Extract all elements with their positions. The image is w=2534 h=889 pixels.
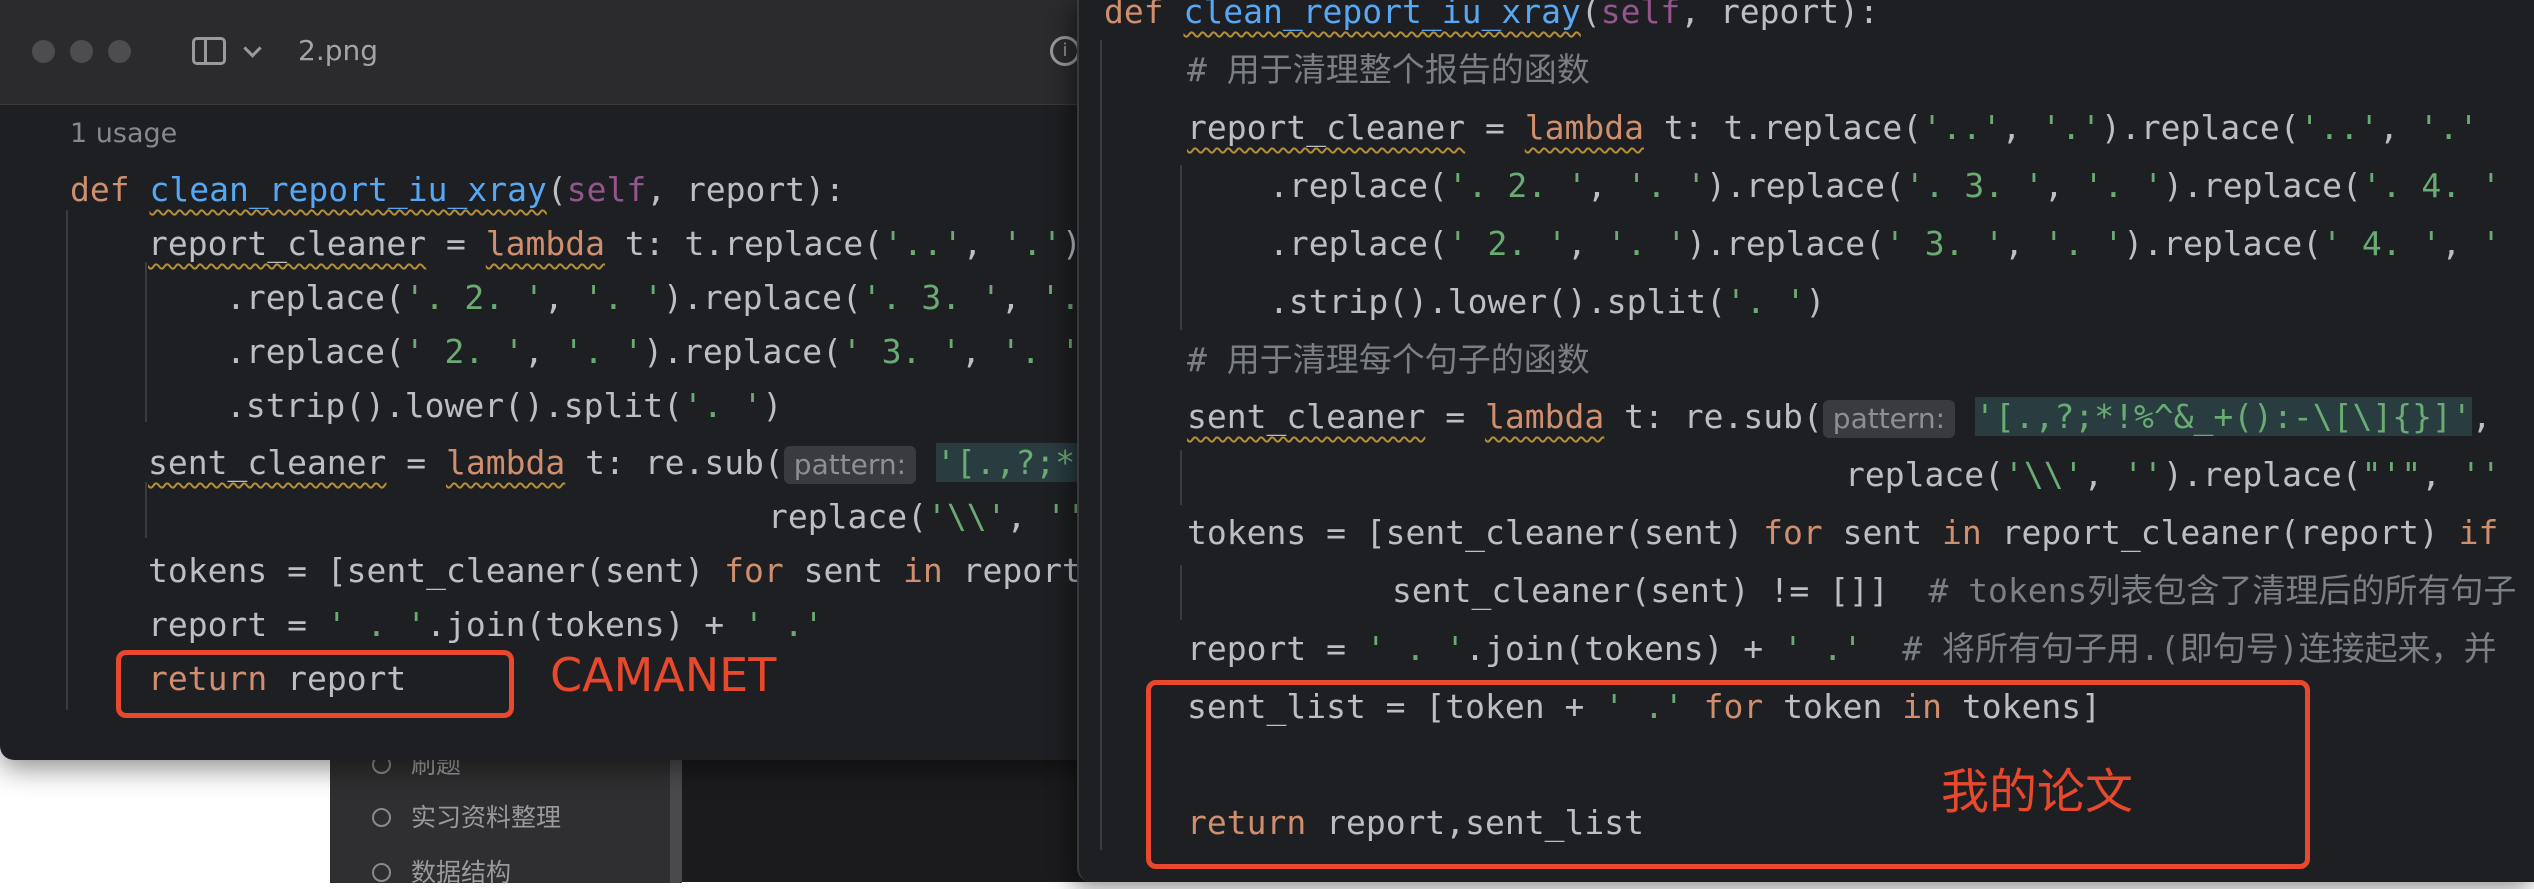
code-line: report_cleaner = lambda t: t.replace('..…: [148, 224, 1090, 263]
info-icon[interactable]: i: [1050, 36, 1080, 66]
my-paper-label: 我的论文: [1941, 764, 2134, 820]
code-line: replace('\\', '').replace("'", '': [1845, 455, 2501, 494]
radio-icon: [372, 808, 391, 827]
indent-guide: [145, 482, 147, 538]
camanet-label: CAMANET: [550, 648, 777, 702]
window-titlebar: 2.png i: [0, 0, 1090, 105]
chevron-down-icon[interactable]: [243, 39, 262, 58]
background-sidebar: 刷题 实习资料整理 数据结构: [330, 740, 682, 887]
code-line: report = ' . '.join(tokens) + ' .' # 将所有…: [1187, 629, 2497, 668]
parameter-hint: pattern:: [783, 446, 917, 484]
code-line: tokens = [sent_cleaner(sent) for sent in…: [1187, 513, 2499, 552]
indent-guide: [1100, 40, 1102, 850]
window-title: 2.png: [298, 34, 379, 67]
radio-icon: [372, 863, 391, 882]
function-name: clean_report_iu_xray: [149, 170, 547, 209]
code-line: sent_cleaner = lambda t: re.sub(pattern:…: [1187, 397, 2492, 438]
indent-guide: [1180, 165, 1182, 330]
zoom-button[interactable]: [108, 40, 131, 63]
parameter-hint: pattern:: [1822, 400, 1956, 438]
code-comment: # 用于清理整个报告的函数: [1187, 50, 1590, 89]
code-line: .replace('. 2. ', '. ').replace('. 3. ',…: [226, 278, 1081, 317]
close-button[interactable]: [32, 40, 55, 63]
indent-guide: [1180, 565, 1182, 620]
code-line: report_cleaner = lambda t: t.replace('..…: [1187, 108, 2479, 147]
background-sidebar-item[interactable]: 数据结构: [372, 853, 511, 889]
right-editor-window: def clean_report_iu_xray(self, report): …: [1077, 0, 2534, 882]
highlight-box: [116, 650, 514, 718]
code-line: tokens = [sent_cleaner(sent) for sent in…: [148, 551, 1090, 590]
indent-guide: [145, 262, 147, 422]
highlight-box: [1146, 680, 2310, 869]
minimize-button[interactable]: [70, 40, 93, 63]
code-line: .replace('. 2. ', '. ').replace('. 3. ',…: [1269, 166, 2501, 205]
code-comment: # 用于清理每个句子的函数: [1187, 340, 1590, 379]
indent-guide: [66, 210, 68, 710]
code-line: def clean_report_iu_xray(self, report):: [70, 170, 845, 209]
code-line: .strip().lower().split('. '): [226, 386, 783, 425]
code-line: report = ' . '.join(tokens) + ' .': [148, 605, 824, 644]
indent-guide: [1180, 450, 1182, 505]
code-line: sent_cleaner = lambda t: re.sub(pattern:…: [148, 443, 1090, 484]
background-scrollbar[interactable]: [670, 741, 682, 883]
code-line: def clean_report_iu_xray(self, report):: [1104, 0, 1879, 32]
background-editor-area: [682, 740, 1102, 882]
function-name: clean_report_iu_xray: [1183, 0, 1581, 31]
left-image-window: 2.png i 1 usage def clean_report_iu_xray…: [0, 0, 1090, 760]
sidebar-toggle-icon[interactable]: [192, 37, 226, 65]
code-line: .replace(' 2. ', '. ').replace(' 3. ', '…: [1269, 224, 2501, 263]
code-line: .replace(' 2. ', '. ').replace(' 3. ', '…: [226, 332, 1090, 371]
background-sidebar-item[interactable]: 实习资料整理: [372, 798, 561, 834]
code-line: sent_cleaner(sent) != []] # tokens列表包含了清…: [1392, 571, 2517, 610]
code-line: .strip().lower().split('. '): [1269, 282, 1826, 321]
usage-hint[interactable]: 1 usage: [70, 118, 177, 149]
code-line: replace('\\', '': [768, 497, 1086, 536]
